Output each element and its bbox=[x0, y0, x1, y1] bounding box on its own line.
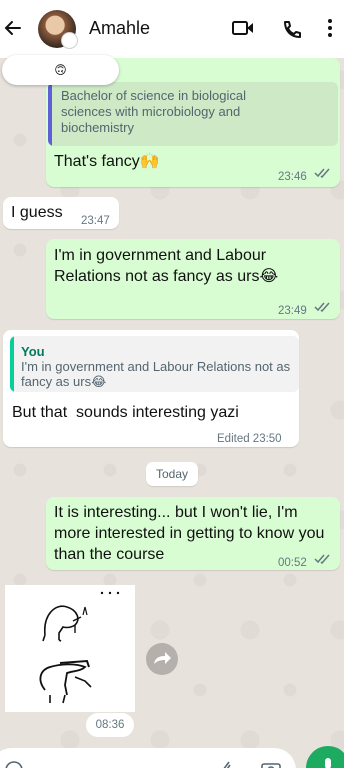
message-edited-time: Edited 23:50 bbox=[217, 433, 282, 445]
sticker-message[interactable] bbox=[5, 585, 135, 712]
message-time: 08:36 bbox=[86, 713, 134, 737]
quote-accent-bar bbox=[10, 336, 14, 392]
message-time: 00:52 bbox=[278, 557, 307, 569]
message-bubble-outgoing[interactable]: I'm in government and Labour Relations n… bbox=[46, 239, 340, 319]
message-bubble-incoming[interactable]: I guess 23:47 bbox=[3, 197, 119, 229]
chat-header: Amahle bbox=[0, 0, 344, 58]
message-bubble-incoming[interactable]: You I'm in government and Labour Relatio… bbox=[3, 330, 299, 447]
quoted-text: Bachelor of science in biological scienc… bbox=[61, 88, 246, 135]
forward-button[interactable] bbox=[146, 643, 178, 675]
message-bubble-outgoing[interactable]: It is interesting... but I won't lie, I'… bbox=[46, 497, 340, 570]
read-ticks-icon bbox=[314, 168, 330, 179]
read-ticks-icon bbox=[314, 554, 330, 565]
status-badge-icon bbox=[61, 32, 78, 49]
voice-call-icon[interactable] bbox=[281, 19, 303, 41]
contact-name[interactable]: Amahle bbox=[89, 18, 150, 39]
message-text: But that sounds interesting yazi bbox=[12, 404, 239, 421]
reaction-emoji[interactable]: 🙃 bbox=[54, 63, 67, 77]
quoted-message[interactable]: Bachelor of science in biological scienc… bbox=[48, 82, 338, 146]
message-time: 23:49 bbox=[278, 305, 307, 317]
back-arrow-icon[interactable] bbox=[2, 16, 24, 40]
emoji-icon[interactable] bbox=[4, 760, 24, 768]
reaction-popover[interactable]: 🙃 bbox=[2, 55, 119, 85]
penguin-sticker-icon bbox=[39, 591, 120, 704]
message-text: I'm in government and Labour Relations n… bbox=[54, 247, 279, 285]
quoted-text: I'm in government and Labour Relations n… bbox=[21, 359, 291, 389]
mic-icon bbox=[325, 758, 331, 768]
camera-icon[interactable] bbox=[260, 760, 282, 768]
date-divider: Today bbox=[146, 462, 198, 486]
more-options-icon[interactable] bbox=[327, 17, 333, 39]
message-composer[interactable] bbox=[0, 748, 296, 768]
message-time: 23:47 bbox=[81, 215, 110, 227]
quote-accent-bar bbox=[48, 82, 52, 146]
message-time: 23:46 bbox=[278, 171, 307, 183]
quoted-message[interactable]: You I'm in government and Labour Relatio… bbox=[10, 336, 299, 392]
message-text: I guess bbox=[11, 204, 63, 221]
read-ticks-icon bbox=[314, 302, 330, 313]
message-text: That's fancy🙌 bbox=[54, 153, 160, 170]
video-call-icon[interactable] bbox=[231, 19, 255, 37]
forward-arrow-icon bbox=[154, 652, 171, 664]
attach-icon[interactable] bbox=[218, 758, 234, 768]
